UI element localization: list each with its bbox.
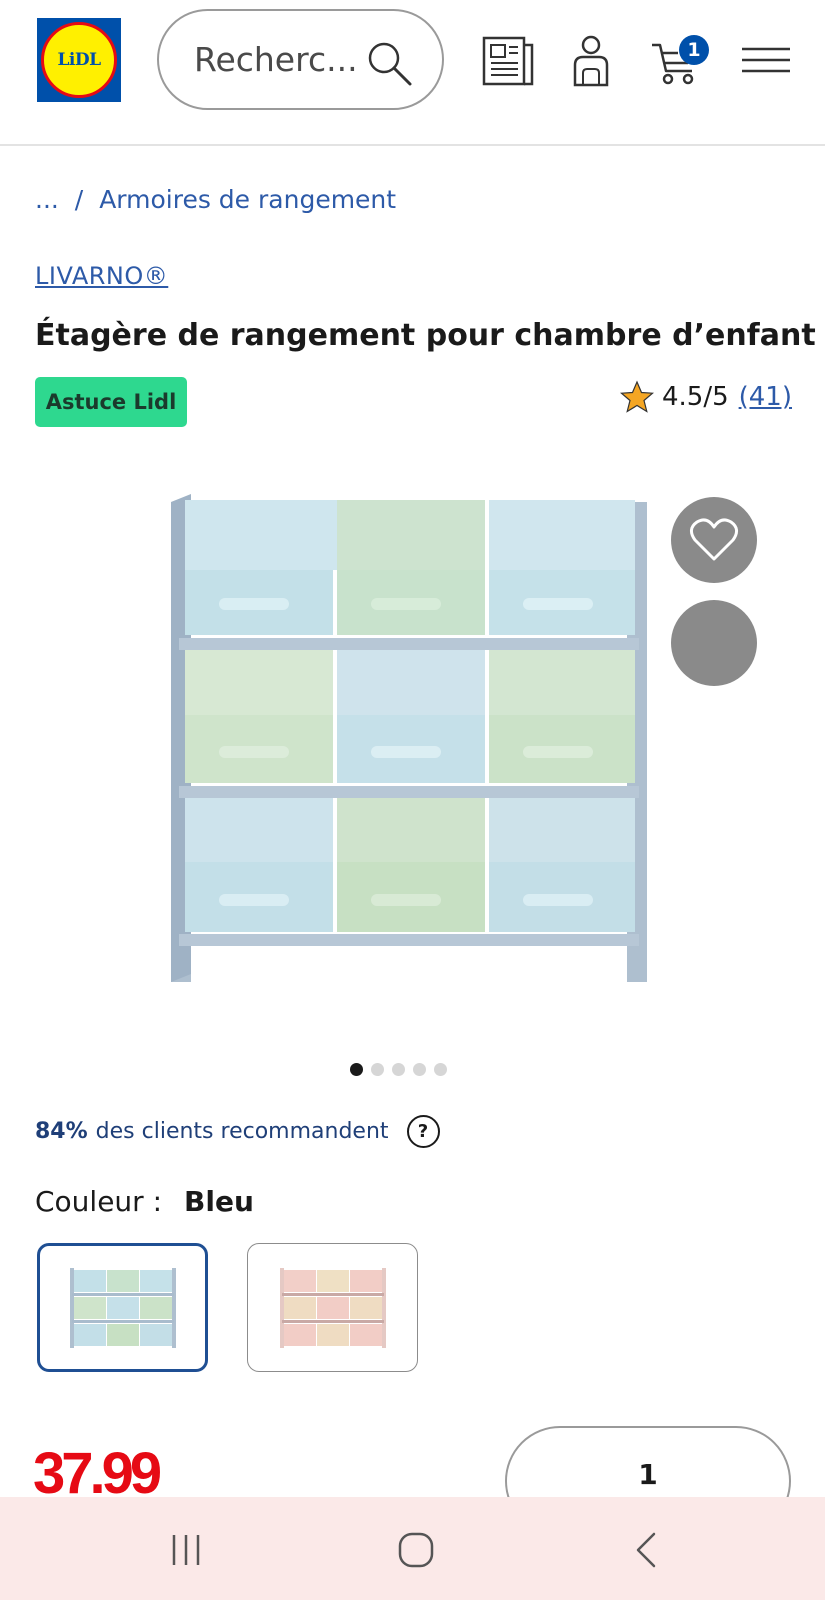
gallery-dot[interactable] [434,1063,447,1076]
gallery-dot[interactable] [371,1063,384,1076]
breadcrumb: ... / Armoires de rangement [35,185,396,214]
cart-count-badge: 1 [679,35,709,65]
search-icon[interactable] [364,38,414,88]
breadcrumb-separator: / [74,185,84,214]
colour-label: Couleur : [35,1185,163,1218]
image-action-button[interactable] [671,600,757,686]
product-title: Étagère de rangement pour chambre d’enfa… [35,318,816,353]
rating: 4.5/5 (41) [619,380,792,414]
search-input[interactable]: Recherc... [157,9,444,110]
home-icon[interactable] [396,1530,436,1570]
back-icon[interactable] [632,1530,662,1570]
heart-icon [690,518,738,561]
logo-ring: LiDL [41,22,117,98]
product-image[interactable] [165,490,657,1000]
swatch-image-blue [69,1267,176,1348]
recents-icon[interactable] [168,1532,204,1568]
account-icon[interactable] [563,33,619,89]
review-count-link[interactable]: (41) [739,382,792,412]
gallery-dot[interactable] [350,1063,363,1076]
recommend-percent: 84% [35,1119,88,1144]
recommend-line: 84% des clients recommandent ? [35,1115,440,1148]
breadcrumb-current[interactable]: Armoires de rangement [99,185,396,214]
recommend-text: des clients recommandent [95,1119,389,1144]
site-header: LiDL Recherc... 1 [0,0,825,146]
flyer-icon[interactable] [480,33,536,89]
star-icon [619,380,654,413]
gallery-dots [350,1063,447,1076]
logo-text: LiDL [57,50,101,70]
help-icon[interactable]: ? [406,1115,440,1148]
colour-value: Bleu [184,1185,254,1218]
gallery-dot[interactable] [413,1063,426,1076]
colour-swatch-pink[interactable] [247,1243,418,1372]
colour-swatch-blue[interactable] [37,1243,208,1372]
favorite-button[interactable] [671,497,757,583]
colour-selector-label: Couleur : Bleu [35,1185,254,1218]
brand-link[interactable]: LIVARNO® [35,262,168,290]
system-nav-bar [0,1497,825,1600]
swatch-image-pink [279,1267,386,1348]
search-placeholder: Recherc... [194,40,358,79]
rating-value: 4.5/5 [661,382,729,412]
menu-icon[interactable] [738,33,794,89]
breadcrumb-ellipsis[interactable]: ... [35,185,59,214]
astuce-badge: Astuce Lidl [35,377,187,427]
gallery-dot[interactable] [392,1063,405,1076]
lidl-logo[interactable]: LiDL [37,18,121,102]
